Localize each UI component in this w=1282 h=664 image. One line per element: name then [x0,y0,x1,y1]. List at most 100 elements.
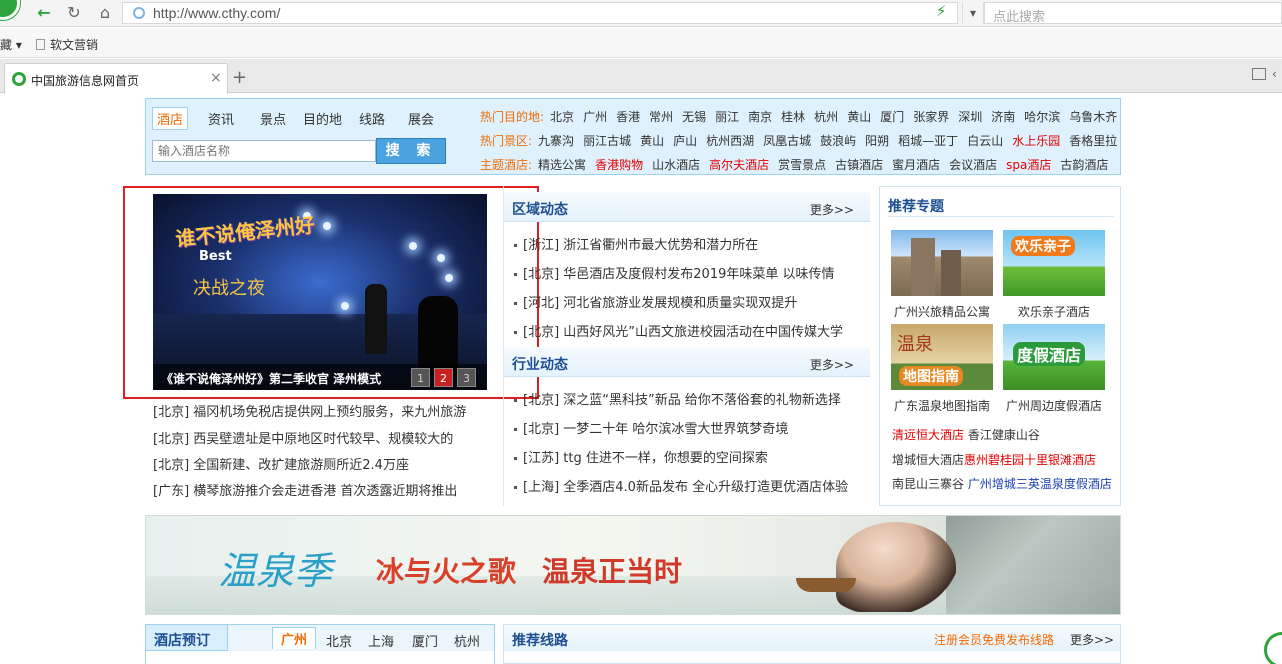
news-item[interactable]: [北京] 福冈机场免税店提供网上预约服务，来九州旅游 [153,401,483,420]
hot-dest-link[interactable]: 乌鲁木齐 [1069,110,1117,124]
tab-scroll-icon[interactable]: ‹ [1272,67,1277,81]
hotel-search-input[interactable] [152,140,376,162]
speed-mode-icon[interactable]: ⚡ [936,2,947,20]
hot-dest-link[interactable]: 张家界 [913,110,949,124]
site-info-icon[interactable] [133,7,145,19]
news-item[interactable]: [广东] 横琴旅游推介会走进香港 首次透露近期将推出 [153,480,483,499]
industry-news-text[interactable]: [上海] 全季酒店4.0新品发布 全心升级打造更优酒店体验 [523,480,848,495]
region-news-item[interactable]: [北京] 华邑酒店及度假村发布2019年味菜单 以味传情 [514,263,860,282]
hot-dest-link[interactable]: 南京 [748,110,772,124]
url-text[interactable]: http://www.cthy.com/ [153,5,280,21]
browser-search-field[interactable]: 点此搜索 [984,2,1282,25]
browser-tab-active[interactable]: 中国旅游信息网首页 × [4,63,228,94]
browser-logo-icon[interactable] [0,0,20,20]
theme-hotel-link[interactable]: 赏雪景点 [778,158,826,172]
hot-dest-link[interactable]: 丽江 [715,110,739,124]
hot-scenic-link[interactable]: 水上乐园 [1012,134,1060,148]
search-tab-news[interactable]: 资讯 [208,109,234,128]
hot-scenic-link[interactable]: 鼓浪屿 [820,134,856,148]
theme-hotel-link[interactable]: 香港购物 [595,158,643,172]
thumb-caption[interactable]: 欢乐亲子酒店 [999,303,1109,320]
news-item[interactable]: [北京] 西吴壁遗址是中原地区时代较早、规模较大的 [153,428,483,447]
thumb-family[interactable]: 欢乐亲子 [1003,230,1105,296]
search-tab-expo[interactable]: 展会 [408,109,434,128]
industry-news-item[interactable]: [北京] 深之蓝“黑科技”新品 给你不落俗套的礼物新选择 [514,389,860,408]
industry-more-link[interactable]: 更多>> [810,356,854,373]
industry-news-text[interactable]: [江苏] ttg 住进不一样，你想要的空间探索 [523,451,768,466]
thumb-caption[interactable]: 广东温泉地图指南 [887,397,997,414]
city-tab[interactable]: 杭州 [454,631,480,650]
city-tab[interactable]: 北京 [326,631,352,650]
hot-scenic-link[interactable]: 阳朔 [865,134,889,148]
region-news-item[interactable]: [北京] 山西好风光”山西文旅进校园活动在中国传媒大学 [514,321,860,340]
hot-dest-link[interactable]: 北京 [550,110,574,124]
routes-more-link[interactable]: 更多>> [1070,631,1114,648]
hot-dest-link[interactable]: 黄山 [847,110,871,124]
industry-news-item[interactable]: [江苏] ttg 住进不一样，你想要的空间探索 [514,447,860,466]
hot-dest-link[interactable]: 深圳 [958,110,982,124]
recommend-link[interactable]: 广州增城三英温泉度假酒店 [968,477,1112,491]
hot-dest-link[interactable]: 香港 [616,110,640,124]
news-item[interactable]: [北京] 全国新建、改扩建旅游厕所近2.4万座 [153,454,483,473]
hot-scenic-link[interactable]: 九寨沟 [538,134,574,148]
recommend-link[interactable]: 增城恒大酒店 [892,453,964,467]
home-icon[interactable]: ⌂ [93,2,117,24]
hot-dest-link[interactable]: 杭州 [814,110,838,124]
favorites-menu[interactable]: 藏 ▾ [0,36,22,53]
thumb-caption[interactable]: 广州兴旅精品公寓 [887,303,997,320]
hot-dest-link[interactable]: 常州 [649,110,673,124]
hotspring-banner[interactable]: 温泉季 冰与火之歌 温泉正当时 [145,515,1121,615]
region-news-text[interactable]: [北京] 山西好风光”山西文旅进校园活动在中国传媒大学 [523,325,843,340]
theme-hotel-link[interactable]: 精选公寓 [538,158,586,172]
region-news-text[interactable]: [北京] 华邑酒店及度假村发布2019年味菜单 以味传情 [523,267,835,282]
hot-dest-link[interactable]: 济南 [991,110,1015,124]
thumb-hotspring-map[interactable]: 温泉 地图指南 [891,324,993,390]
theme-hotel-link[interactable]: 山水酒店 [652,158,700,172]
thumb-apartment[interactable] [891,230,993,296]
hot-dest-link[interactable]: 广州 [583,110,607,124]
new-tab-icon[interactable]: + [232,67,247,88]
hot-scenic-link[interactable]: 白云山 [967,134,1003,148]
hot-scenic-link[interactable]: 庐山 [673,134,697,148]
city-tab[interactable]: 广州 [272,627,317,649]
hot-dest-link[interactable]: 哈尔滨 [1024,110,1060,124]
city-tab[interactable]: 厦门 [412,631,438,650]
url-field[interactable]: http://www.cthy.com/ [122,2,958,24]
recommend-link[interactable]: 南昆山三寨谷 [892,477,964,491]
hot-scenic-link[interactable]: 黄山 [640,134,664,148]
recommend-link[interactable]: 清远恒大酒店 [892,428,964,442]
url-dropdown-icon[interactable]: ▾ [962,2,984,24]
region-news-text[interactable]: [河北] 河北省旅游业发展规模和质量实现双提升 [523,296,797,311]
search-tab-destination[interactable]: 目的地 [303,109,342,128]
register-route-link[interactable]: 注册会员免费发布线路 [934,631,1054,648]
industry-news-item[interactable]: [北京] 一梦二十年 哈尔滨冰雪大世界筑梦奇境 [514,418,860,437]
back-arrow-icon[interactable]: ← [32,2,56,24]
search-tab-hotel[interactable]: 酒店 [152,107,189,130]
thumb-resort[interactable]: 度假酒店 [1003,324,1105,390]
floating-assistant-icon[interactable] [1264,632,1282,664]
industry-news-text[interactable]: [北京] 一梦二十年 哈尔滨冰雪大世界筑梦奇境 [523,422,788,437]
hot-dest-link[interactable]: 厦门 [880,110,904,124]
hot-scenic-link[interactable]: 香格里拉 [1069,134,1117,148]
region-news-item[interactable]: [浙江] 浙江省衢州市最大优势和潜力所在 [514,234,860,253]
industry-news-item[interactable]: [上海] 全季酒店4.0新品发布 全心升级打造更优酒店体验 [514,476,860,495]
search-button[interactable]: 搜 索 [376,138,446,164]
hot-dest-link[interactable]: 无锡 [682,110,706,124]
theme-hotel-link[interactable]: 高尔夫酒店 [709,158,769,172]
region-news-text[interactable]: [浙江] 浙江省衢州市最大优势和潜力所在 [523,238,758,253]
search-tab-scenic[interactable]: 景点 [260,109,286,128]
theme-hotel-link[interactable]: 会议酒店 [949,158,997,172]
favorite-item[interactable]: 软文营销 [36,36,98,53]
reload-icon[interactable]: ↻ [62,2,86,24]
hot-dest-link[interactable]: 桂林 [781,110,805,124]
theme-hotel-link[interactable]: 古镇酒店 [835,158,883,172]
industry-news-text[interactable]: [北京] 深之蓝“黑科技”新品 给你不落俗套的礼物新选择 [523,393,841,408]
theme-hotel-link[interactable]: spa酒店 [1006,158,1051,172]
hot-scenic-link[interactable]: 凤凰古城 [763,134,811,148]
theme-hotel-link[interactable]: 蜜月酒店 [892,158,940,172]
theme-hotel-link[interactable]: 古韵酒店 [1060,158,1108,172]
region-news-item[interactable]: [河北] 河北省旅游业发展规模和质量实现双提升 [514,292,860,311]
hot-scenic-link[interactable]: 稻城—亚丁 [898,134,958,148]
tab-close-icon[interactable]: × [210,70,222,86]
recommend-link[interactable]: 惠州碧桂园十里银滩酒店 [964,453,1096,467]
